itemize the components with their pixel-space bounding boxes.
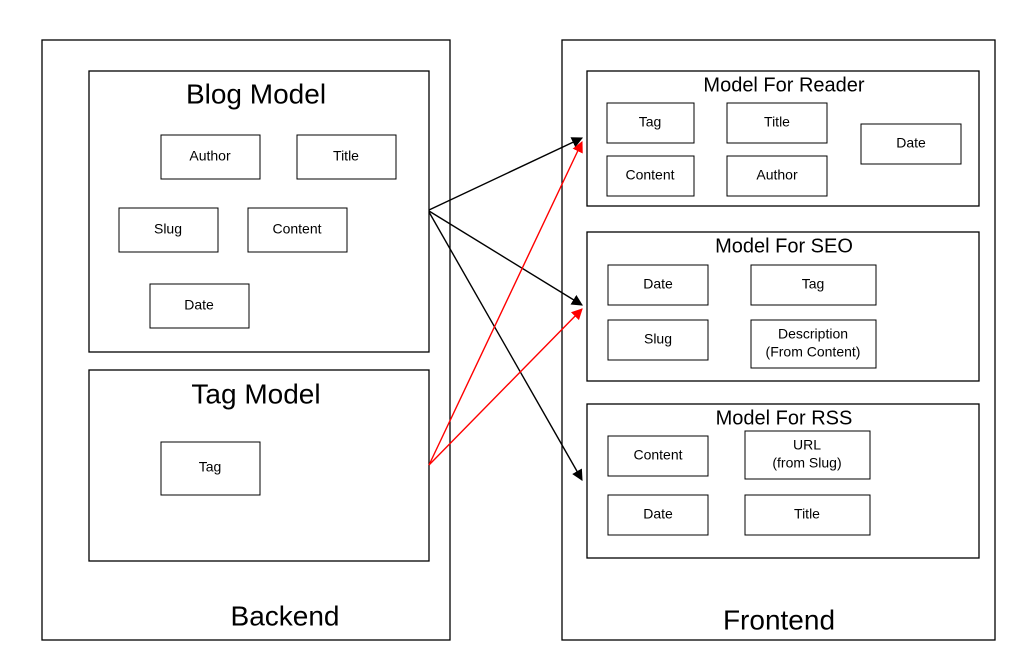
seo-date-label: Date: [643, 276, 673, 292]
arrow-tag-to-seo: [429, 309, 582, 465]
reader-title-label: Title: [764, 114, 790, 130]
tag-field-label: Tag: [199, 459, 222, 475]
arrow-blog-to-reader: [429, 138, 582, 210]
blog-date-label: Date: [184, 297, 214, 313]
reader-date-label: Date: [896, 135, 926, 151]
diagram-canvas: Backend Blog Model Author Title Slug Con…: [0, 0, 1033, 662]
tag-model-title: Tag Model: [191, 378, 320, 409]
blog-author-label: Author: [189, 148, 231, 164]
arrow-tag-to-reader: [429, 142, 582, 465]
blog-slug-label: Slug: [154, 221, 182, 237]
seo-slug-label: Slug: [644, 331, 672, 347]
arrow-blog-to-seo: [429, 211, 582, 305]
reader-content-label: Content: [625, 167, 674, 183]
blog-content-label: Content: [272, 221, 321, 237]
arrow-blog-to-rss: [429, 212, 582, 480]
backend-label: Backend: [231, 600, 340, 631]
seo-model-title: Model For SEO: [715, 235, 853, 257]
reader-model-title: Model For Reader: [703, 74, 865, 96]
blog-model-title: Blog Model: [186, 78, 326, 109]
rss-url-label1: URL: [793, 437, 821, 453]
reader-tag-label: Tag: [639, 114, 662, 130]
rss-model-title: Model For RSS: [716, 407, 853, 429]
rss-date-label: Date: [643, 506, 673, 522]
reader-author-label: Author: [756, 167, 798, 183]
rss-title-label: Title: [794, 506, 820, 522]
frontend-label: Frontend: [723, 604, 835, 635]
seo-desc-label2: (From Content): [766, 344, 861, 360]
rss-content-label: Content: [633, 447, 682, 463]
rss-url-label2: (from Slug): [772, 455, 841, 471]
blog-title-label: Title: [333, 148, 359, 164]
seo-desc-label1: Description: [778, 326, 848, 342]
seo-tag-label: Tag: [802, 276, 825, 292]
